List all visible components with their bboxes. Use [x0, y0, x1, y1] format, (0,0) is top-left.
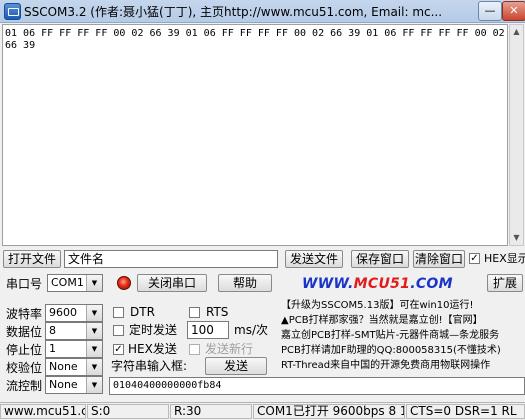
close-port-button[interactable]: 关闭串口 — [137, 274, 207, 292]
baud-select-value: 9600 — [49, 306, 77, 319]
parity-label: 校验位 — [6, 361, 43, 375]
mcu51-banner[interactable]: WWW.MCU51.COM — [302, 274, 478, 294]
stopbits-label: 停止位 — [6, 343, 43, 357]
status-sent-count: S:0 — [87, 404, 169, 419]
flow-select-value: None — [49, 378, 78, 391]
expand-button[interactable]: 扩展 — [487, 274, 523, 292]
sscom-window: SSCOM3.2 (作者:聂小猛(丁丁), 主页http://www.mcu51… — [0, 0, 525, 420]
help-button[interactable]: 帮助 — [218, 274, 272, 292]
dropdown-arrow-icon[interactable]: ▼ — [86, 323, 102, 339]
port-status-led-icon — [117, 276, 131, 290]
banner-www: WWW. — [302, 276, 354, 292]
scroll-up-arrow-icon[interactable]: ▲ — [510, 25, 523, 39]
databits-label: 数据位 — [6, 325, 43, 339]
timed-send-label: 定时发送 — [129, 323, 178, 337]
output-vertical-scrollbar[interactable]: ▲ ▼ — [509, 24, 524, 246]
banner-com: .COM — [410, 276, 453, 292]
interval-unit: ms/次 — [234, 323, 268, 337]
status-bar: www.mcu51.cor S:0 R:30 COM1已打开 9600bps 8… — [0, 402, 525, 420]
dropdown-arrow-icon[interactable]: ▼ — [86, 305, 102, 321]
dropdown-arrow-icon[interactable]: ▼ — [86, 341, 102, 357]
stopbits-select[interactable]: 1 ▼ — [45, 340, 103, 358]
databits-select[interactable]: 8 ▼ — [45, 322, 103, 340]
hex-send-label: HEX发送 — [128, 342, 177, 356]
dropdown-arrow-icon[interactable]: ▼ — [86, 377, 102, 393]
port-label: 串口号 — [6, 277, 43, 291]
ad-line-2[interactable]: ▲PCB打样那家强？当然就是嘉立创!【官网】 — [281, 313, 525, 328]
status-signals: CTS=0 DSR=1 RL — [406, 404, 525, 419]
string-input-label: 字符串输入框: — [111, 359, 188, 373]
status-site: www.mcu51.cor — [0, 404, 86, 419]
send-newline-checkbox[interactable] — [189, 344, 200, 355]
ad-line-5[interactable]: RT-Thread来自中国的开源免费商用物联网操作 — [281, 358, 525, 373]
open-file-button[interactable]: 打开文件 — [3, 250, 61, 268]
port-select-value: COM1 — [51, 276, 84, 289]
databits-select-value: 8 — [49, 324, 56, 337]
hex-send-checkbox[interactable]: ✓ — [113, 344, 124, 355]
port-select[interactable]: COM1 ▼ — [47, 274, 103, 292]
baud-select[interactable]: 9600 ▼ — [45, 304, 103, 322]
flow-label: 流控制 — [6, 379, 43, 393]
send-file-button[interactable]: 发送文件 — [285, 250, 343, 268]
hex-display-label: HEX显示 — [484, 252, 525, 265]
rts-checkbox[interactable] — [189, 307, 200, 318]
hex-display-checkbox[interactable]: ✓ — [469, 253, 480, 264]
send-button[interactable]: 发送 — [205, 357, 267, 375]
send-newline-label: 发送新行 — [205, 342, 254, 356]
flow-select[interactable]: None ▼ — [45, 376, 103, 394]
timed-send-checkbox[interactable] — [113, 325, 124, 336]
title-bar: SSCOM3.2 (作者:聂小猛(丁丁), 主页http://www.mcu51… — [0, 0, 525, 23]
baud-label: 波特率 — [6, 307, 43, 321]
dropdown-arrow-icon[interactable]: ▼ — [86, 359, 102, 375]
ad-line-4[interactable]: PCB打样请加F助理的QQ:800058315(不懂技术) — [281, 343, 525, 358]
ad-line-1[interactable]: 【升级为SSCOM5.13版】可在win10运行! — [281, 298, 525, 313]
status-received-count: R:30 — [170, 404, 252, 419]
receive-output-area[interactable]: 01 06 FF FF FF FF 00 02 66 39 01 06 FF F… — [2, 24, 508, 246]
dtr-checkbox[interactable] — [113, 307, 124, 318]
interval-input[interactable]: 100 — [187, 321, 229, 339]
ad-line-3[interactable]: 嘉立创PCB打样-SMT贴片-元器件商城—条龙服务 — [281, 328, 525, 343]
save-window-button[interactable]: 保存窗口 — [351, 250, 409, 268]
minimize-button[interactable]: — — [478, 1, 502, 21]
dtr-label: DTR — [130, 305, 155, 319]
dropdown-arrow-icon[interactable]: ▼ — [86, 275, 102, 291]
send-string-input[interactable]: 01040400000000fb84 — [109, 377, 525, 395]
serial-port-icon — [4, 3, 21, 20]
status-port-state: COM1已打开 9600bps 8 1 None None — [253, 404, 405, 419]
parity-select[interactable]: None ▼ — [45, 358, 103, 376]
ad-panel[interactable]: 【升级为SSCOM5.13版】可在win10运行! ▲PCB打样那家强？当然就是… — [281, 298, 525, 378]
stopbits-select-value: 1 — [49, 342, 56, 355]
rts-label: RTS — [206, 305, 229, 319]
filename-field[interactable]: 文件名 — [64, 250, 278, 268]
window-title: SSCOM3.2 (作者:聂小猛(丁丁), 主页http://www.mcu51… — [24, 5, 443, 19]
close-button[interactable]: ✕ — [502, 1, 525, 21]
clear-window-button[interactable]: 清除窗口 — [413, 250, 465, 268]
banner-mcu51: MCU51 — [353, 276, 411, 292]
scroll-down-arrow-icon[interactable]: ▼ — [510, 231, 523, 245]
parity-select-value: None — [49, 360, 78, 373]
